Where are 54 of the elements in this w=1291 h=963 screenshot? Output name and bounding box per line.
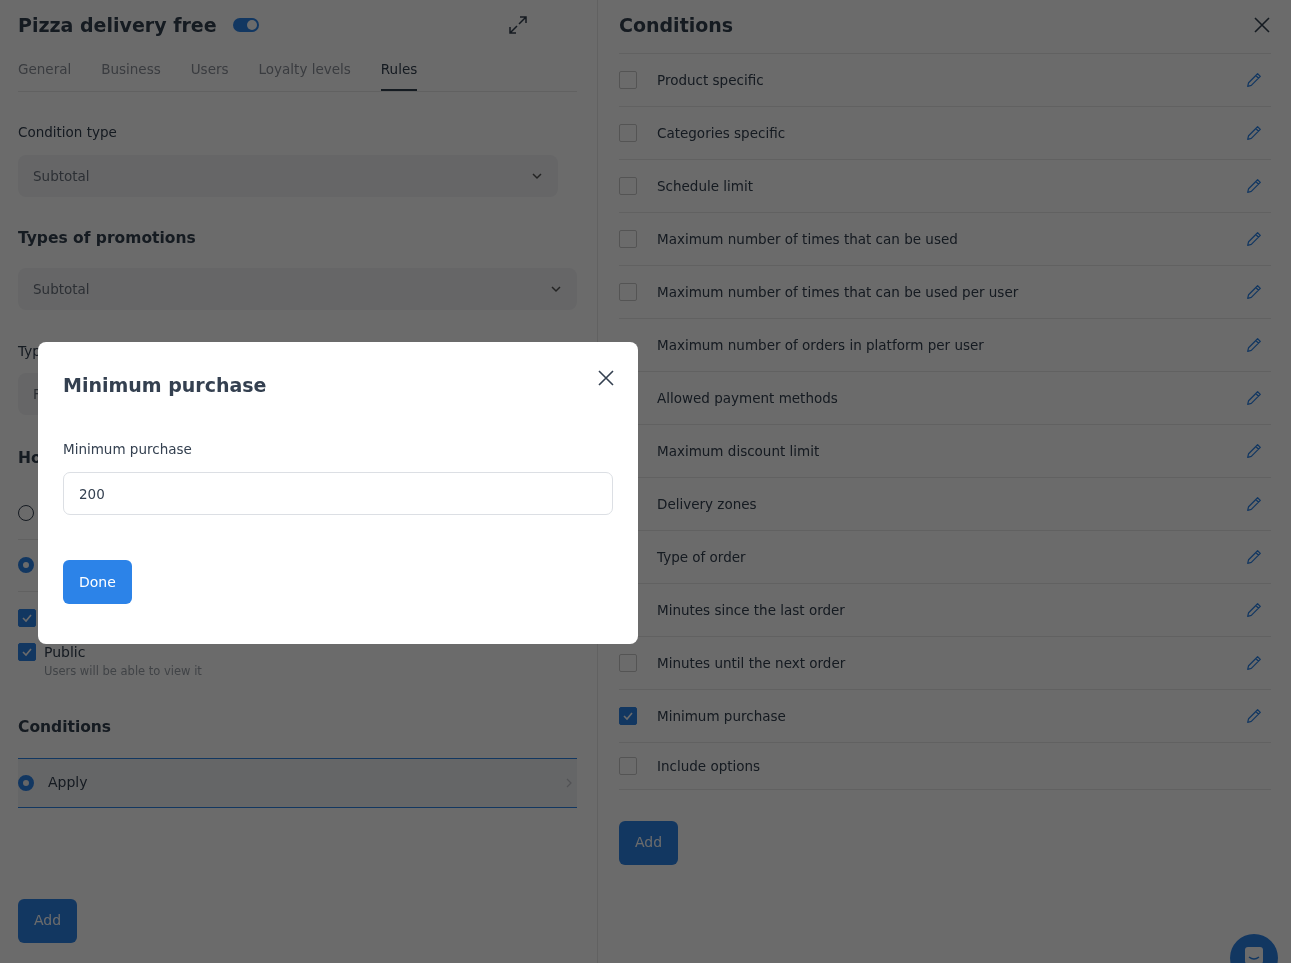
radio-button[interactable] [18,774,34,791]
edit-icon[interactable] [1245,335,1263,354]
field-label: Minimum purchase [63,439,193,459]
edit-icon[interactable] [1245,441,1263,460]
input-field[interactable]: 200 [63,472,613,516]
edit-icon[interactable] [1245,229,1263,248]
promotion-title: Pizza delivery free [18,14,217,37]
condition-label: Include options [657,756,761,776]
condition-label: Delivery zones [657,494,757,514]
condition-label: Maximum number of times that can be used per user [657,282,1019,302]
checkbox-label: Public [44,642,87,662]
modal-title: Minimum purchase [63,374,267,397]
select-value: Subtotal [33,279,90,299]
done-button[interactable]: Done [63,560,132,605]
section-heading: Conditions [18,718,113,737]
checkbox[interactable] [619,706,637,725]
condition-row[interactable]: Apply [18,757,577,808]
panel-title: Conditions [619,14,734,37]
condition-label: Categories specific [657,123,786,143]
tab[interactable]: Rules [380,58,418,92]
select-field[interactable]: Subtotal [18,267,577,310]
checkbox[interactable] [18,608,36,627]
condition-label: Schedule limit [657,176,754,196]
section-heading: Types of promotions [18,229,197,248]
edit-icon[interactable] [1245,706,1263,725]
select-value: Subtotal [33,167,90,187]
condition-label: Minutes until the next order [657,653,846,673]
edit-icon[interactable] [1245,282,1263,301]
add-button[interactable]: Add [18,898,78,943]
field-label: Condition type [18,123,118,143]
condition-label: Minimum purchase [657,706,786,726]
edit-icon[interactable] [1245,547,1263,566]
edit-icon[interactable] [1245,653,1263,672]
close-icon[interactable] [597,369,615,387]
toggle-switch[interactable] [232,18,259,33]
chat-icon[interactable] [1243,945,1265,963]
condition-label: Allowed payment methods [657,388,838,408]
edit-icon[interactable] [1245,600,1263,619]
edit-icon[interactable] [1245,388,1263,407]
condition-label: Product specific [657,70,764,90]
condition-label: Minutes since the last order [657,600,845,620]
edit-icon[interactable] [1245,494,1263,513]
condition-label: Maximum number of times that can be used [657,229,958,249]
condition-label: Maximum discount limit [657,441,820,461]
select-field[interactable]: Subtotal [18,155,558,198]
checkbox[interactable] [18,642,36,661]
edit-icon[interactable] [1245,70,1263,89]
edit-icon[interactable] [1245,123,1263,142]
condition-label: Type of order [657,547,746,567]
add-button[interactable]: Add [619,820,679,865]
condition-label: Apply [48,773,88,793]
expand-icon[interactable] [507,14,529,37]
condition-label: Maximum number of orders in platform per user [657,335,984,355]
edit-icon[interactable] [1245,176,1263,195]
